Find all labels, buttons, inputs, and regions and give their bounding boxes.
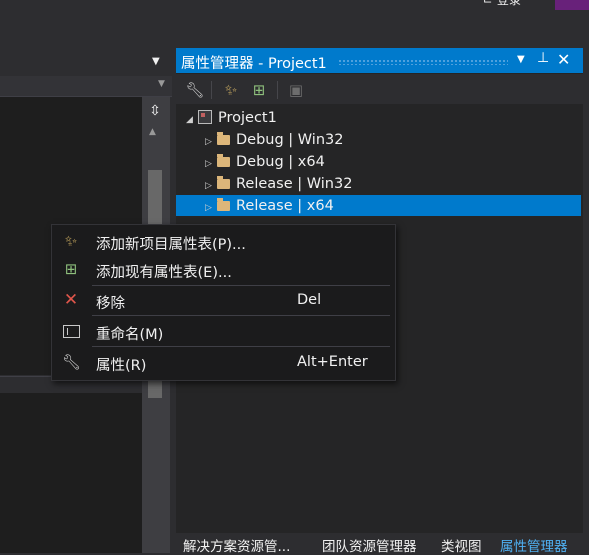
folder-icon <box>217 132 230 145</box>
pin-icon[interactable]: ⊥ <box>537 50 549 66</box>
toolbar-separator <box>277 81 278 99</box>
menu-separator <box>92 346 390 347</box>
magic-wand-icon[interactable]: ✨︎ <box>220 79 242 101</box>
editor-nav-bar[interactable] <box>0 76 172 97</box>
panel-title: 属性管理器 - Project1 <box>181 56 327 72</box>
tab-class-view[interactable]: 类视图 <box>441 535 482 555</box>
scroll-up-icon[interactable]: ▲ <box>149 127 156 137</box>
tree-item-label: Release | Win32 <box>236 176 353 192</box>
menu-item-properties[interactable]: 🔧︎ 属性(R) Alt+Enter <box>52 348 393 377</box>
magic-wand-icon: ✨︎ <box>64 232 78 250</box>
collapse-arrow-icon[interactable]: ◢ <box>186 110 198 131</box>
add-existing-icon: ⊞ <box>64 260 78 278</box>
tab-solution-explorer[interactable]: 解决方案资源管... <box>183 535 290 555</box>
menu-item-add-existing-property-sheet[interactable]: ⊞ 添加现有属性表(E)... <box>52 255 393 284</box>
tree-item-label: Debug | x64 <box>236 154 325 170</box>
menu-item-shortcut: Alt+Enter <box>297 354 368 370</box>
tree-item-debug-win32[interactable]: ▷ Debug | Win32 <box>205 130 343 151</box>
tree-item-label: Project1 <box>218 110 277 126</box>
tab-property-manager[interactable]: 属性管理器 <box>500 535 568 555</box>
menu-item-shortcut: Del <box>297 292 322 308</box>
rename-icon <box>62 322 80 340</box>
menu-item-label: 移除 <box>96 296 125 312</box>
expand-arrow-icon[interactable]: ▷ <box>205 154 217 175</box>
tab-team-explorer[interactable]: 团队资源管理器 <box>322 535 417 555</box>
project-icon <box>198 110 212 124</box>
nav-dropdown-icon[interactable]: ▼ <box>158 79 165 89</box>
menu-item-label: 属性(R) <box>96 358 147 374</box>
tree-root-project[interactable]: ◢ Project1 <box>186 108 277 129</box>
wrench-icon: 🔧︎ <box>62 353 82 371</box>
folder-icon <box>217 154 230 167</box>
top-accent-bar <box>555 0 589 10</box>
menu-item-label: 重命名(M) <box>96 327 164 343</box>
save-icon: ▣ <box>288 81 304 99</box>
expand-arrow-icon[interactable]: ▷ <box>205 132 217 153</box>
editor-lower-area[interactable] <box>0 393 142 553</box>
expand-arrow-icon[interactable]: ▷ <box>205 176 217 197</box>
menu-item-label: 添加现有属性表(E)... <box>96 265 232 281</box>
close-icon[interactable]: ✕ <box>557 50 570 69</box>
folder-icon <box>217 176 230 189</box>
expand-arrow-icon[interactable]: ▷ <box>205 198 217 219</box>
sign-in-text[interactable]: ㄹ 登录 <box>482 0 521 8</box>
wrench-icon[interactable]: 🔧︎ <box>184 79 206 101</box>
panel-border <box>583 48 589 533</box>
remove-x-icon: ✕ <box>63 290 79 310</box>
window-position-dropdown-icon[interactable]: ▼ <box>517 54 525 65</box>
tree-item-label: Release | x64 <box>236 198 334 214</box>
tree-item-release-win32[interactable]: ▷ Release | Win32 <box>205 174 352 195</box>
tree-item-release-x64[interactable]: ▷ Release | x64 <box>205 196 334 217</box>
tree-item-label: Debug | Win32 <box>236 132 344 148</box>
tree-item-debug-x64[interactable]: ▷ Debug | x64 <box>205 152 325 173</box>
menu-separator <box>92 315 390 316</box>
add-existing-icon[interactable]: ⊞ <box>248 79 270 101</box>
folder-icon <box>217 198 230 211</box>
menu-item-add-new-property-sheet[interactable]: ✨︎ 添加新项目属性表(P)... <box>52 227 393 256</box>
menu-item-label: 添加新项目属性表(P)... <box>96 237 246 253</box>
title-grip[interactable] <box>338 59 508 65</box>
menu-item-remove[interactable]: ✕ 移除 Del <box>52 286 393 315</box>
menu-item-rename[interactable]: 重命名(M) <box>52 317 393 346</box>
toolbar-separator <box>211 81 212 99</box>
chevron-down-icon[interactable]: ▼ <box>152 56 160 67</box>
split-window-icon[interactable]: ⇳ <box>146 101 164 121</box>
